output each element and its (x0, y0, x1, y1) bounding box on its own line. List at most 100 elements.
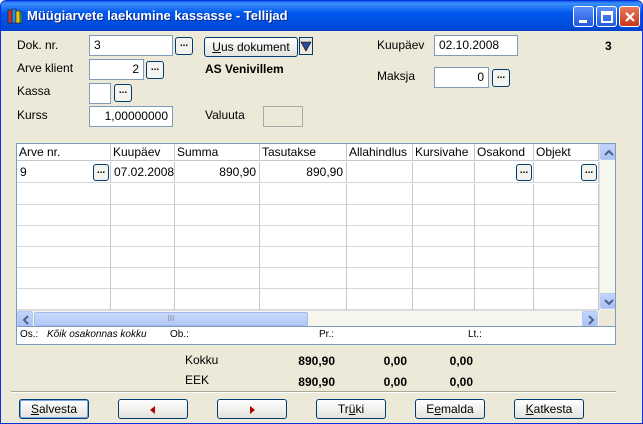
grid-cell-empty[interactable] (260, 226, 347, 247)
grid-cell-empty[interactable] (175, 289, 260, 310)
col-header-tasutakse[interactable]: Tasutakse (260, 144, 347, 161)
cell-objekt[interactable]: ... (534, 162, 599, 183)
cell-arve-nr-browse-button[interactable]: ... (93, 164, 109, 181)
grid-cell-empty[interactable] (17, 205, 111, 226)
new-document-button[interactable]: Uus dokument (204, 37, 298, 57)
scroll-left-button[interactable] (17, 311, 33, 326)
grid-cell-empty[interactable] (111, 268, 175, 289)
print-button[interactable]: Trüki (316, 399, 386, 419)
col-header-allahindlus[interactable]: Allahindlus (347, 144, 413, 161)
grid-cell-empty[interactable] (534, 205, 599, 226)
cancel-button[interactable]: Katkesta (514, 399, 584, 419)
grid-cell-empty[interactable] (534, 268, 599, 289)
col-header-summa[interactable]: Summa (175, 144, 260, 161)
grid-cell-empty[interactable] (347, 184, 413, 205)
grid-cell-empty[interactable] (111, 247, 175, 268)
maximize-button[interactable] (596, 6, 617, 27)
grid-cell-empty[interactable] (175, 247, 260, 268)
kassa-field[interactable] (89, 83, 111, 104)
grid-cell-empty[interactable] (111, 184, 175, 205)
cell-arve-nr[interactable]: 9 ... (17, 162, 111, 183)
next-button[interactable] (217, 399, 287, 419)
cell-tasutakse[interactable]: 890,90 (260, 162, 347, 183)
grid-cell-empty[interactable] (17, 226, 111, 247)
kassa-browse-button[interactable]: ... (114, 84, 132, 102)
grid-cell-empty[interactable] (260, 247, 347, 268)
grid-cell-empty[interactable] (475, 247, 534, 268)
table-row-empty[interactable] (17, 268, 599, 289)
grid-cell-empty[interactable] (413, 184, 475, 205)
kurss-field[interactable]: 1,00000000 (89, 106, 173, 127)
grid-cell-empty[interactable] (475, 268, 534, 289)
close-button[interactable] (619, 6, 640, 27)
grid-cell-empty[interactable] (260, 289, 347, 310)
grid-cell-empty[interactable] (260, 205, 347, 226)
table-row-empty[interactable] (17, 226, 599, 247)
grid-cell-empty[interactable] (475, 226, 534, 247)
grid-cell-empty[interactable] (475, 205, 534, 226)
table-row-empty[interactable] (17, 205, 599, 226)
remove-button[interactable]: Eemalda (415, 399, 485, 419)
grid-cell-empty[interactable] (534, 184, 599, 205)
table-row-empty[interactable] (17, 247, 599, 268)
cell-kursivahe[interactable] (413, 162, 475, 183)
table-row-empty[interactable] (17, 184, 599, 205)
title-bar[interactable]: Müügiarvete laekumine kassasse - Tellija… (1, 1, 642, 31)
col-header-arve-nr[interactable]: Arve nr. (17, 144, 111, 161)
grid-cell-empty[interactable] (347, 268, 413, 289)
grid-cell-empty[interactable] (347, 205, 413, 226)
cell-summa[interactable]: 890,90 (175, 162, 260, 183)
new-document-dropdown[interactable] (299, 37, 313, 55)
grid-cell-empty[interactable] (413, 247, 475, 268)
grid-cell-empty[interactable] (260, 184, 347, 205)
scroll-right-button[interactable] (582, 311, 598, 326)
grid-cell-empty[interactable] (413, 205, 475, 226)
col-header-objekt[interactable]: Objekt (534, 144, 599, 161)
grid-cell-empty[interactable] (175, 226, 260, 247)
grid-cell-empty[interactable] (111, 226, 175, 247)
cell-objekt-browse-button[interactable]: ... (581, 164, 597, 181)
grid-cell-empty[interactable] (17, 268, 111, 289)
scroll-up-button[interactable] (600, 144, 615, 160)
grid-cell-empty[interactable] (347, 289, 413, 310)
maksja-field[interactable]: 0 (434, 67, 489, 88)
grid-cell-empty[interactable] (111, 289, 175, 310)
dok-nr-browse-button[interactable]: ... (175, 37, 193, 55)
col-header-osakond[interactable]: Osakond (475, 144, 534, 161)
grid-cell-empty[interactable] (347, 226, 413, 247)
cell-kuupaev[interactable]: 07.02.2008 (111, 162, 175, 183)
grid-cell-empty[interactable] (17, 184, 111, 205)
invoice-grid[interactable]: Arve nr. Kuupäev Summa Tasutakse Allahin… (16, 143, 616, 327)
horizontal-scrollbar[interactable]: III (17, 310, 599, 326)
cell-allahindlus[interactable] (347, 162, 413, 183)
col-header-kuupaev[interactable]: Kuupäev (111, 144, 175, 161)
grid-cell-empty[interactable] (17, 289, 111, 310)
cell-osakond-browse-button[interactable]: ... (516, 164, 532, 181)
grid-cell-empty[interactable] (534, 226, 599, 247)
table-row[interactable]: 9 ... 07.02.2008 890,90 890,90 ... ... (17, 162, 599, 183)
kuupaev-field[interactable]: 02.10.2008 (434, 35, 518, 56)
grid-cell-empty[interactable] (475, 289, 534, 310)
previous-button[interactable] (118, 399, 188, 419)
grid-cell-empty[interactable] (175, 268, 260, 289)
grid-cell-empty[interactable] (175, 205, 260, 226)
dok-nr-field[interactable]: 3 (89, 35, 173, 56)
cell-osakond[interactable]: ... (475, 162, 534, 183)
horizontal-scroll-thumb[interactable]: III (34, 312, 308, 326)
scroll-down-button[interactable] (600, 293, 615, 309)
table-row-empty[interactable] (17, 289, 599, 310)
maksja-browse-button[interactable]: ... (492, 69, 510, 87)
grid-cell-empty[interactable] (475, 184, 534, 205)
grid-cell-empty[interactable] (413, 268, 475, 289)
arve-klient-field[interactable]: 2 (89, 59, 144, 80)
grid-cell-empty[interactable] (347, 247, 413, 268)
col-header-kursivahe[interactable]: Kursivahe (413, 144, 475, 161)
grid-cell-empty[interactable] (413, 289, 475, 310)
grid-cell-empty[interactable] (17, 247, 111, 268)
grid-cell-empty[interactable] (413, 226, 475, 247)
grid-cell-empty[interactable] (534, 247, 599, 268)
grid-cell-empty[interactable] (175, 184, 260, 205)
save-button[interactable]: Salvesta (19, 399, 89, 419)
grid-cell-empty[interactable] (534, 289, 599, 310)
minimize-button[interactable] (573, 6, 594, 27)
